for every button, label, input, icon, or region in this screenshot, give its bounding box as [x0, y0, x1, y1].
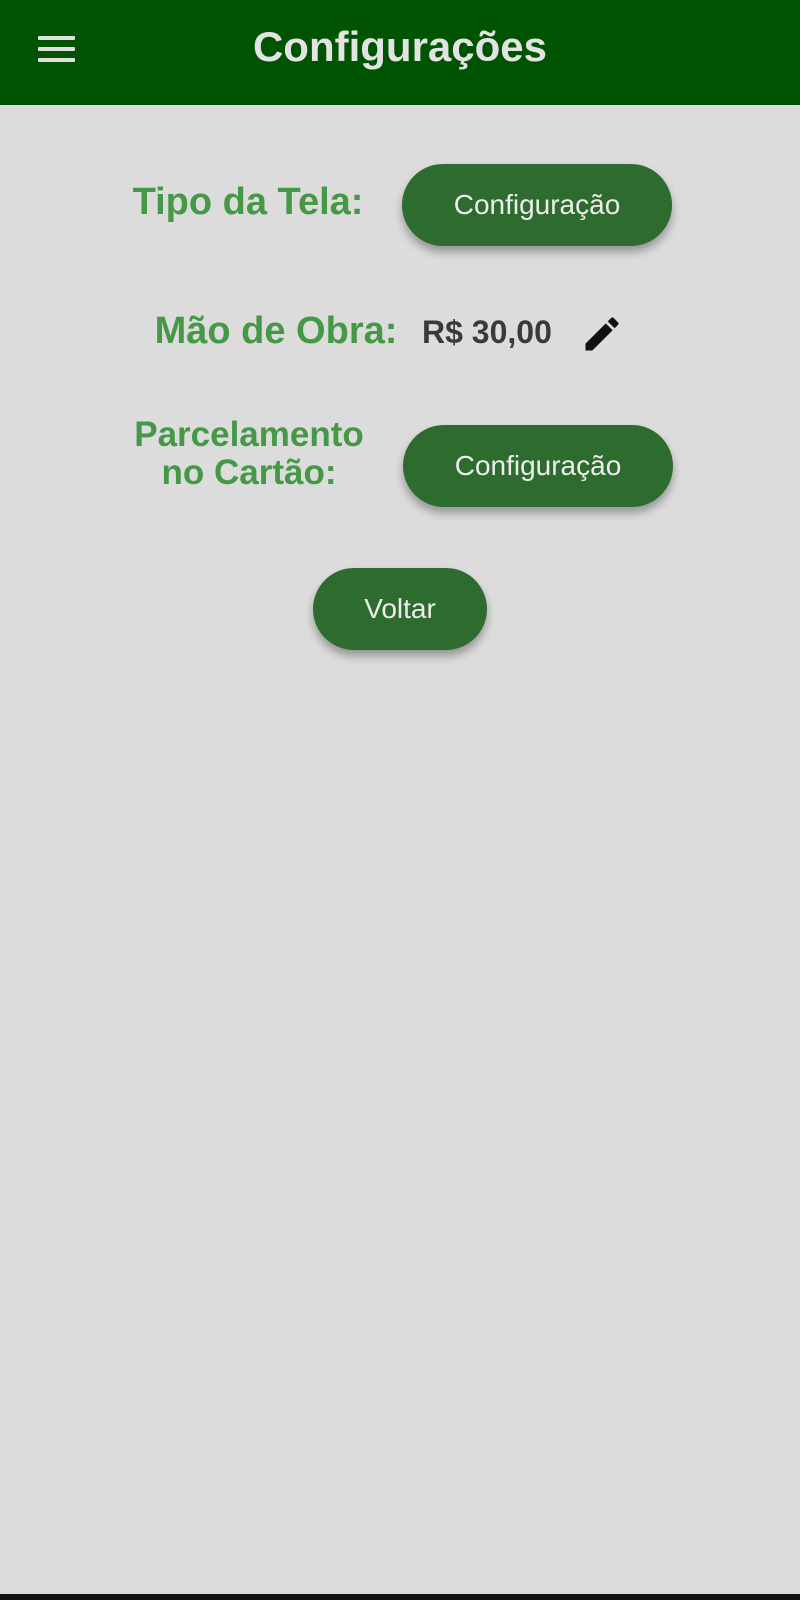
installments-config-button[interactable]: Configuração — [403, 425, 673, 507]
app-bar: Configurações — [0, 0, 800, 105]
installments-label-line2: no Cartão: — [161, 453, 337, 492]
screen-type-label: Tipo da Tela: — [132, 181, 364, 223]
page-title: Configurações — [252, 23, 548, 70]
installments-label: Parcelamento no Cartão: — [118, 416, 380, 492]
back-button[interactable]: Voltar — [313, 568, 487, 650]
installments-label-line1: Parcelamento — [134, 415, 364, 454]
labor-value: R$ 30,00 — [422, 314, 552, 350]
screen-type-config-button[interactable]: Configuração — [402, 164, 672, 246]
system-nav-bar — [0, 1594, 800, 1600]
pencil-icon[interactable] — [580, 312, 624, 356]
labor-label: Mão de Obra: — [154, 310, 398, 352]
